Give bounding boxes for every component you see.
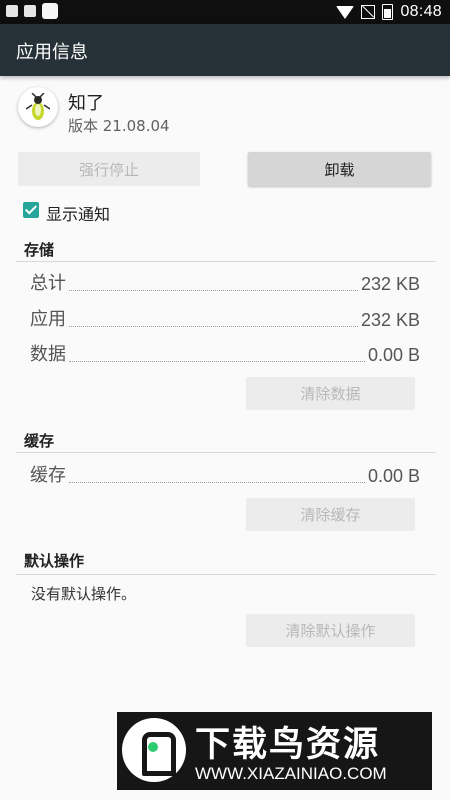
dotted-leader	[69, 361, 365, 362]
no-defaults-text: 没有默认操作。	[31, 585, 137, 603]
android-icon	[24, 5, 36, 17]
watermark: 下载鸟资源 WWW.XIAZAINIAO.COM	[117, 712, 432, 790]
storage-row-app: 应用 232 KB	[30, 305, 420, 331]
toolbar: 应用信息	[0, 24, 450, 76]
row-value: 232 KB	[360, 274, 420, 294]
force-stop-button[interactable]: 强行停止	[18, 152, 200, 186]
clear-defaults-button[interactable]: 清除默认操作	[246, 614, 415, 647]
wifi-icon	[336, 5, 355, 19]
dotted-leader	[69, 482, 365, 483]
row-label: 缓存	[30, 465, 66, 486]
notification-icon	[6, 5, 18, 17]
clear-cache-button[interactable]: 清除缓存	[246, 498, 415, 531]
square-icon	[42, 3, 58, 19]
app-name: 知了	[68, 93, 104, 114]
status-bar: 08:48	[0, 0, 450, 24]
row-label: 总计	[30, 273, 66, 294]
cache-divider	[16, 452, 436, 453]
firefly-icon	[18, 87, 58, 127]
cache-row: 缓存 0.00 B	[30, 461, 420, 487]
row-label: 应用	[30, 309, 66, 330]
uninstall-button[interactable]: 卸载	[248, 152, 431, 186]
app-version: 版本 21.08.04	[68, 117, 170, 135]
cache-header: 缓存	[24, 432, 55, 450]
storage-row-total: 总计 232 KB	[30, 269, 420, 295]
watermark-text: 下载鸟资源	[195, 725, 381, 765]
page-title: 应用信息	[16, 42, 88, 63]
no-signal-icon	[361, 5, 376, 19]
storage-header: 存储	[24, 241, 55, 259]
dotted-leader	[69, 326, 358, 327]
show-notifications-label[interactable]: 显示通知	[46, 201, 110, 225]
defaults-header: 默认操作	[24, 552, 85, 570]
row-value: 232 KB	[360, 310, 420, 330]
row-label: 数据	[30, 344, 66, 365]
row-value: 0.00 B	[367, 466, 420, 486]
watermark-logo-icon	[122, 718, 186, 782]
battery-icon	[382, 4, 394, 20]
storage-row-data: 数据 0.00 B	[30, 340, 420, 366]
storage-divider	[16, 261, 436, 262]
defaults-divider	[16, 574, 436, 575]
dotted-leader	[69, 290, 358, 291]
row-value: 0.00 B	[367, 345, 420, 365]
clear-data-button[interactable]: 清除数据	[246, 377, 415, 410]
show-notifications-checkbox[interactable]	[23, 202, 39, 218]
status-time: 08:48	[400, 3, 442, 20]
watermark-url: WWW.XIAZAINIAO.COM	[195, 764, 387, 783]
